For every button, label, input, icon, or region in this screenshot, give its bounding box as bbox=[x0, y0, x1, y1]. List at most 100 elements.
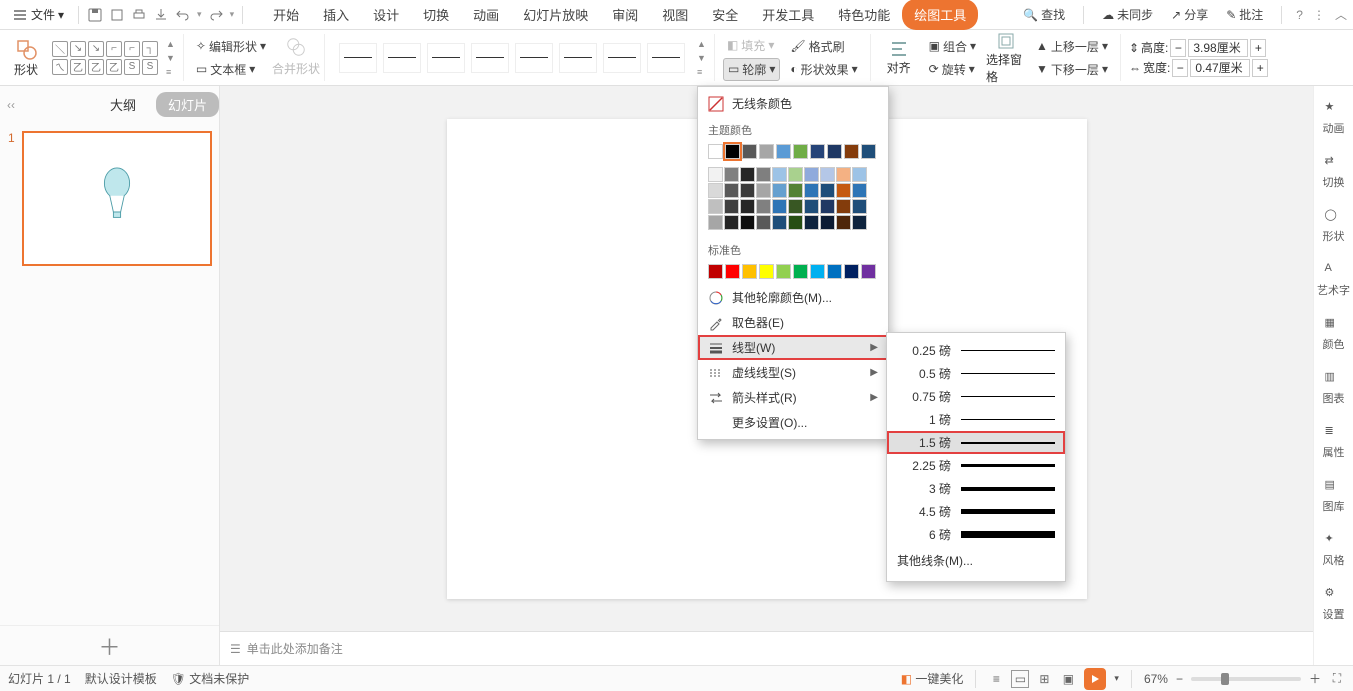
theme-color-4-6[interactable] bbox=[804, 215, 819, 230]
ribbon-tab-10[interactable]: 特色功能 bbox=[826, 0, 902, 30]
line-weight-menu[interactable]: 线型(W) ▶ bbox=[698, 335, 888, 360]
theme-color-2-6[interactable] bbox=[804, 183, 819, 198]
align-button[interactable]: 对齐 bbox=[879, 39, 919, 76]
theme-color-3-3[interactable] bbox=[756, 199, 771, 214]
gallery-down-icon[interactable]: ▼ bbox=[697, 53, 706, 63]
line-style-gallery[interactable] bbox=[333, 43, 691, 73]
gallery-up-icon[interactable]: ▲ bbox=[166, 39, 175, 49]
slideshow-button[interactable] bbox=[1084, 668, 1106, 690]
outline-tab[interactable]: 大纲 bbox=[98, 92, 148, 117]
more-icon[interactable]: ⋮ bbox=[1313, 8, 1325, 22]
theme-color-4-7[interactable] bbox=[820, 215, 835, 230]
sync-button[interactable]: ☁未同步 bbox=[1098, 4, 1157, 25]
format-painter-button[interactable]: 🖌格式刷 bbox=[786, 36, 861, 57]
standard-color-8[interactable] bbox=[844, 264, 859, 279]
theme-color-3-8[interactable] bbox=[836, 199, 851, 214]
gallery-more-icon[interactable]: ≡ bbox=[166, 67, 175, 77]
right-tool-图库[interactable]: ▤图库 bbox=[1323, 478, 1345, 514]
shape-effect-button[interactable]: ◐形状效果 ▾ bbox=[786, 59, 861, 80]
theme-color-3-9[interactable] bbox=[852, 199, 867, 214]
theme-color-3-2[interactable] bbox=[740, 199, 755, 214]
line-weight-option-4[interactable]: 1.5 磅 bbox=[887, 431, 1065, 454]
theme-color-2[interactable] bbox=[742, 144, 757, 159]
outline-button[interactable]: ▭轮廓 ▾ bbox=[723, 58, 780, 81]
theme-color-3-7[interactable] bbox=[820, 199, 835, 214]
theme-color-4-1[interactable] bbox=[724, 215, 739, 230]
zoom-slider[interactable] bbox=[1191, 677, 1301, 681]
standard-color-0[interactable] bbox=[708, 264, 723, 279]
right-tool-图表[interactable]: ▥图表 bbox=[1323, 370, 1345, 406]
theme-color-3[interactable] bbox=[759, 144, 774, 159]
theme-color-2-4[interactable] bbox=[772, 183, 787, 198]
height-plus[interactable]: + bbox=[1250, 39, 1266, 57]
zoom-out-icon[interactable]: − bbox=[1176, 672, 1183, 686]
height-minus[interactable]: − bbox=[1170, 39, 1186, 57]
notes-view-icon[interactable]: ≡ bbox=[988, 671, 1004, 687]
theme-color-3-1[interactable] bbox=[724, 199, 739, 214]
line-weight-option-1[interactable]: 0.5 磅 bbox=[887, 362, 1065, 385]
rotate-button[interactable]: ⟳旋转 ▾ bbox=[925, 59, 980, 80]
fit-view-icon[interactable]: ⛶ bbox=[1329, 671, 1345, 687]
theme-color-1-2[interactable] bbox=[740, 167, 755, 182]
theme-color-4[interactable] bbox=[776, 144, 791, 159]
theme-color-1-6[interactable] bbox=[804, 167, 819, 182]
gallery-more-icon[interactable]: ≡ bbox=[697, 67, 706, 77]
selection-pane-button[interactable]: 选择窗格 bbox=[986, 31, 1026, 85]
print-icon[interactable] bbox=[131, 7, 147, 23]
theme-color-3-6[interactable] bbox=[804, 199, 819, 214]
standard-color-3[interactable] bbox=[759, 264, 774, 279]
theme-color-4-8[interactable] bbox=[836, 215, 851, 230]
theme-color-5[interactable] bbox=[793, 144, 808, 159]
slides-tab[interactable]: 幻灯片 bbox=[156, 92, 219, 117]
theme-color-3-4[interactable] bbox=[772, 199, 787, 214]
no-line-color[interactable]: 无线条颜色 bbox=[698, 91, 888, 116]
ribbon-tab-9[interactable]: 开发工具 bbox=[750, 0, 826, 30]
ribbon-tab-3[interactable]: 切换 bbox=[411, 0, 461, 30]
height-input[interactable]: 3.98厘米 bbox=[1188, 39, 1248, 57]
gallery-up-icon[interactable]: ▲ bbox=[697, 39, 706, 49]
other-lines[interactable]: 其他线条(M)... bbox=[887, 546, 1065, 575]
theme-color-1-0[interactable] bbox=[708, 167, 723, 182]
right-tool-艺术字[interactable]: A艺术字 bbox=[1317, 262, 1350, 298]
more-outline-colors[interactable]: 其他轮廓颜色(M)... bbox=[698, 285, 888, 310]
reading-view-icon[interactable]: ▣ bbox=[1060, 671, 1076, 687]
standard-color-1[interactable] bbox=[725, 264, 740, 279]
width-plus[interactable]: + bbox=[1252, 59, 1268, 77]
ribbon-tab-4[interactable]: 动画 bbox=[461, 0, 511, 30]
gallery-down-icon[interactable]: ▼ bbox=[166, 53, 175, 63]
theme-color-1-7[interactable] bbox=[820, 167, 835, 182]
share-button[interactable]: ↗分享 bbox=[1167, 4, 1212, 25]
theme-color-2-7[interactable] bbox=[820, 183, 835, 198]
file-menu[interactable]: 文件 ▾ bbox=[6, 3, 70, 26]
theme-color-2-5[interactable] bbox=[788, 183, 803, 198]
collapse-panel-icon[interactable]: ‹‹ bbox=[4, 96, 18, 114]
ribbon-tab-6[interactable]: 审阅 bbox=[600, 0, 650, 30]
zoom-in-icon[interactable]: ＋ bbox=[1309, 670, 1321, 687]
theme-color-1[interactable] bbox=[725, 144, 740, 159]
theme-color-4-2[interactable] bbox=[740, 215, 755, 230]
play-chevron-icon[interactable]: ▾ bbox=[1114, 673, 1119, 684]
line-weight-option-5[interactable]: 2.25 磅 bbox=[887, 454, 1065, 477]
theme-color-2-9[interactable] bbox=[852, 183, 867, 198]
arrow-style-menu[interactable]: 箭头样式(R) ▶ bbox=[698, 385, 888, 410]
theme-color-4-0[interactable] bbox=[708, 215, 723, 230]
theme-color-2-3[interactable] bbox=[756, 183, 771, 198]
theme-color-7[interactable] bbox=[827, 144, 842, 159]
theme-color-2-0[interactable] bbox=[708, 183, 723, 198]
right-tool-设置[interactable]: ⚙设置 bbox=[1323, 586, 1345, 622]
save-icon[interactable] bbox=[87, 7, 103, 23]
line-weight-option-3[interactable]: 1 磅 bbox=[887, 408, 1065, 431]
add-slide-button[interactable]: ＋ bbox=[0, 625, 219, 665]
print-preview-icon[interactable] bbox=[109, 7, 125, 23]
theme-color-1-9[interactable] bbox=[852, 167, 867, 182]
protect-status[interactable]: 🛡 文档未保护 bbox=[171, 670, 250, 687]
standard-color-5[interactable] bbox=[793, 264, 808, 279]
ribbon-tab-2[interactable]: 设计 bbox=[361, 0, 411, 30]
ribbon-tab-0[interactable]: 开始 bbox=[261, 0, 311, 30]
find-button[interactable]: 🔍查找 bbox=[1019, 4, 1069, 25]
theme-color-4-3[interactable] bbox=[756, 215, 771, 230]
slide-thumbnail-1[interactable] bbox=[22, 131, 212, 266]
send-backward-button[interactable]: ▼下移一层 ▾ bbox=[1032, 59, 1112, 80]
textbox-button[interactable]: ▭文本框 ▾ bbox=[192, 59, 270, 80]
ribbon-tab-5[interactable]: 幻灯片放映 bbox=[511, 0, 600, 30]
